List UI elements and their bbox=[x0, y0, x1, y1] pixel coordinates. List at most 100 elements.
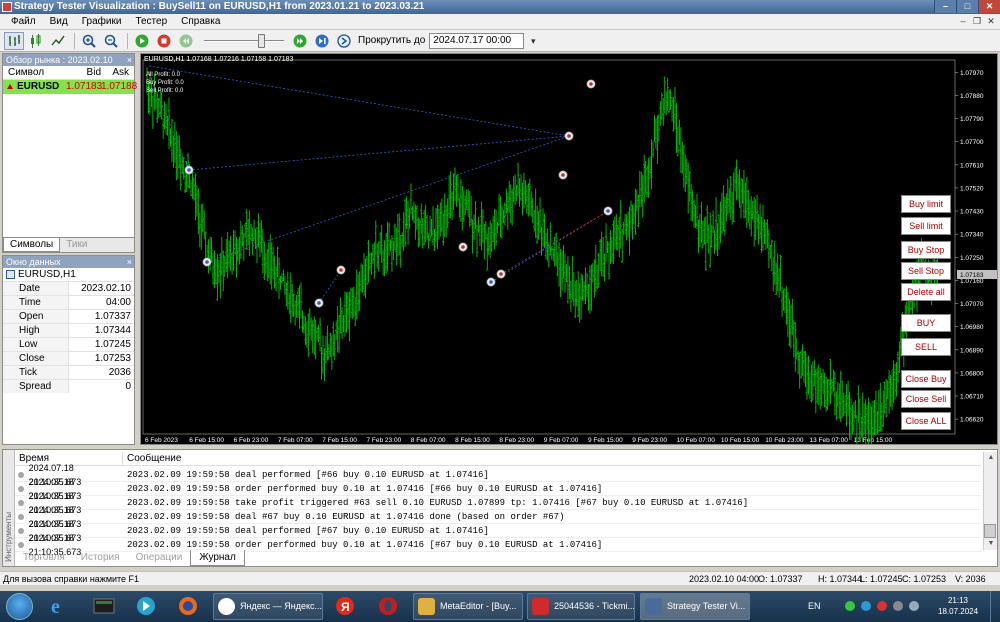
data-window-symbol: EURUSD,H1 bbox=[3, 268, 134, 281]
menu-file[interactable]: Файл bbox=[4, 16, 43, 27]
close-sell-button[interactable]: Close Sell bbox=[901, 390, 951, 408]
journal-row[interactable]: 2024.07.18 21:10:35.673 2023.02.09 19:59:… bbox=[15, 477, 981, 501]
mdi-minimize-button[interactable]: – bbox=[956, 15, 970, 27]
tray-volume-icon[interactable] bbox=[909, 601, 919, 611]
buy-button[interactable]: BUY bbox=[901, 314, 951, 332]
terminal-icon[interactable] bbox=[92, 595, 116, 617]
taskbar-terminal[interactable]: 25044536 - Tickmi... bbox=[527, 593, 635, 620]
candlestick-icon bbox=[31, 33, 41, 48]
show-desktop-button[interactable] bbox=[990, 591, 1000, 622]
start-button-icon[interactable] bbox=[6, 593, 33, 620]
status-open: O: 1.07337 bbox=[758, 574, 803, 584]
firefox-icon[interactable] bbox=[176, 595, 200, 617]
tray-security-icon[interactable] bbox=[877, 601, 887, 611]
journal-row[interactable]: 2024.07.18 21:10:35.673 2023.02.09 19:59:… bbox=[15, 463, 981, 487]
tab-trade[interactable]: Торговля bbox=[15, 550, 73, 566]
delete-all-button[interactable]: Delete all bbox=[901, 283, 951, 301]
tray-network-icon[interactable] bbox=[861, 601, 871, 611]
tab-ticks[interactable]: Тики bbox=[60, 238, 93, 252]
clock-time: 21:13 bbox=[947, 596, 969, 605]
data-window-title: Окно данных bbox=[6, 257, 61, 267]
slider-thumb[interactable] bbox=[258, 33, 265, 48]
journal-row[interactable]: 2024.07.18 21:10:35.673 2023.02.09 19:59:… bbox=[15, 491, 981, 515]
trade-line bbox=[318, 269, 342, 304]
journal-scrollbar[interactable]: ▲ ▼ bbox=[983, 452, 997, 550]
time-label: 13 Feb 07:00 bbox=[810, 437, 849, 444]
stop-button[interactable] bbox=[154, 32, 174, 50]
column-ask[interactable]: Ask bbox=[101, 66, 132, 79]
taskbar-metaeditor[interactable]: MetaEditor - [Buy... bbox=[413, 593, 523, 620]
taskbar-clock[interactable]: 21:13 18.07.2024 bbox=[938, 595, 978, 617]
speed-up-button[interactable] bbox=[290, 32, 310, 50]
tab-operations[interactable]: Операции bbox=[128, 550, 191, 566]
internet-explorer-icon[interactable]: e bbox=[48, 595, 72, 618]
mdi-close-button[interactable]: ✕ bbox=[984, 15, 998, 27]
data-value: 1.07245 bbox=[94, 339, 131, 350]
buy-limit-button[interactable]: Buy limit bbox=[901, 195, 951, 213]
data-key: Time bbox=[3, 296, 69, 309]
close-button[interactable]: ✕ bbox=[978, 0, 1000, 13]
close-all-button[interactable]: Close ALL bbox=[901, 412, 951, 430]
scroll-to-button[interactable] bbox=[334, 32, 354, 50]
mdi-restore-button[interactable]: ❐ bbox=[970, 15, 984, 27]
taskbar-yandex-browser[interactable]: Яндекс — Яндекс... bbox=[213, 593, 323, 620]
market-watch-row[interactable]: EURUSD 1.07183 1.07188 bbox=[3, 80, 137, 94]
menu-help[interactable]: Справка bbox=[174, 16, 227, 27]
scroll-up-icon[interactable]: ▲ bbox=[984, 452, 998, 464]
bar-chart-button[interactable] bbox=[4, 31, 24, 50]
sell-button[interactable]: SELL bbox=[901, 338, 951, 356]
slow-down-button[interactable] bbox=[176, 32, 196, 50]
price-label: 1.06800 bbox=[960, 370, 984, 377]
zoom-out-button[interactable] bbox=[101, 32, 121, 50]
journal-message: 2023.02.09 19:59:58 take profit triggere… bbox=[127, 498, 749, 508]
tab-symbols[interactable]: Символы bbox=[3, 238, 61, 252]
status-hint: Для вызова справки нажмите F1 bbox=[3, 574, 140, 584]
yandex-icon[interactable]: Я bbox=[333, 595, 357, 617]
candles-button[interactable] bbox=[26, 32, 46, 50]
minimize-button[interactable]: – bbox=[934, 0, 956, 13]
fast-forward-icon bbox=[293, 34, 307, 47]
scrollbar-thumb[interactable] bbox=[984, 524, 996, 538]
play-button[interactable] bbox=[132, 32, 152, 50]
close-icon[interactable]: × bbox=[127, 54, 132, 66]
media-player-icon[interactable] bbox=[134, 595, 158, 617]
zoom-in-button[interactable] bbox=[79, 32, 99, 50]
data-row: High 1.07344 bbox=[3, 323, 134, 337]
menu-view[interactable]: Вид bbox=[43, 16, 75, 27]
menu-tester[interactable]: Тестер bbox=[128, 16, 174, 27]
journal-row[interactable]: 2024.07.18 21:10:35.673 2023.02.09 19:59:… bbox=[15, 505, 981, 529]
close-buy-button[interactable]: Close Buy bbox=[901, 370, 951, 388]
trade-marker-dot bbox=[489, 280, 493, 284]
window-title: Strategy Tester Visualization : BuySell1… bbox=[14, 1, 425, 12]
status-datetime: 2023.02.10 04:00 bbox=[689, 574, 760, 584]
tray-app-icon[interactable] bbox=[845, 601, 855, 611]
tab-journal[interactable]: Журнал bbox=[190, 550, 245, 566]
price-chart[interactable]: 1.07970 1.07880 1.07790 1.07700 1.07610 1.075… bbox=[140, 53, 998, 445]
column-symbol[interactable]: Символ bbox=[3, 66, 66, 79]
price-label: 1.07340 bbox=[960, 232, 984, 239]
column-bid[interactable]: Bid bbox=[66, 66, 101, 79]
scroll-to-date-input[interactable] bbox=[429, 32, 525, 49]
sell-stop-button[interactable]: Sell Stop bbox=[901, 262, 951, 280]
skip-to-button[interactable] bbox=[312, 32, 332, 50]
chart-info-sell-profit: Sell Profit: 0.0 bbox=[146, 88, 184, 94]
tray-flag-icon[interactable] bbox=[893, 601, 903, 611]
maximize-button[interactable]: □ bbox=[956, 0, 978, 13]
speed-slider[interactable] bbox=[204, 32, 284, 50]
opera-icon[interactable] bbox=[376, 595, 400, 617]
scroll-down-icon[interactable]: ▼ bbox=[984, 538, 998, 550]
column-message[interactable]: Сообщение bbox=[123, 452, 181, 465]
line-chart-button[interactable] bbox=[48, 32, 68, 50]
calendar-dropdown-icon[interactable]: ▾ bbox=[524, 33, 542, 49]
language-indicator[interactable]: EN bbox=[808, 601, 821, 611]
taskbar-strategy-tester[interactable]: Strategy Tester Vi... bbox=[640, 593, 750, 620]
journal-row[interactable]: 2024.07.18 21:10:35.673 2023.02.09 19:59:… bbox=[15, 519, 981, 543]
close-icon[interactable]: × bbox=[127, 256, 132, 268]
toolbox-side-tab[interactable]: Инструменты bbox=[3, 450, 15, 566]
sell-limit-button[interactable]: Sell limit bbox=[901, 217, 951, 235]
buy-stop-button[interactable]: Buy Stop bbox=[901, 241, 951, 259]
tab-history[interactable]: История bbox=[73, 550, 128, 566]
menu-charts[interactable]: Графики bbox=[75, 16, 129, 27]
price-label: 1.07250 bbox=[960, 255, 984, 262]
time-label: 7 Feb 07:00 bbox=[278, 437, 313, 444]
